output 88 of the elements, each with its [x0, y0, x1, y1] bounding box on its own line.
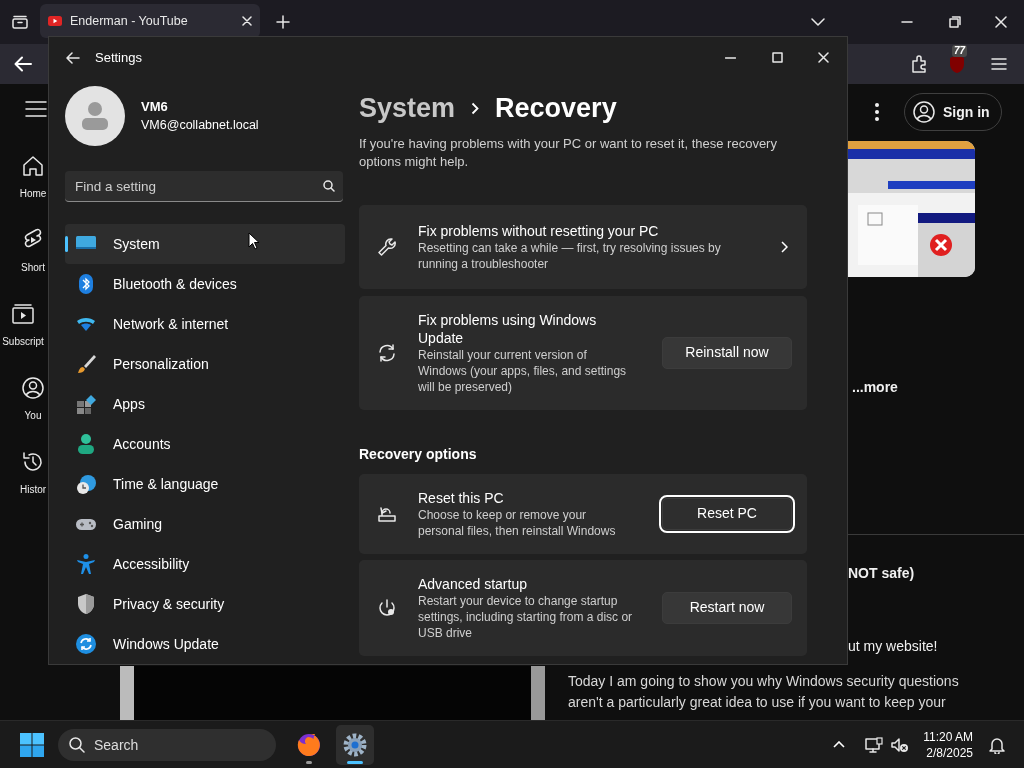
- refresh-icon: [75, 633, 97, 655]
- action-button[interactable]: Restart now: [662, 591, 792, 624]
- clock-globe-icon: [75, 473, 97, 495]
- nav-item[interactable]: Network & internet: [65, 304, 345, 344]
- power-gear-icon: [377, 597, 397, 618]
- action-button[interactable]: Reinstall now: [662, 336, 792, 369]
- muted-speaker-icon[interactable]: [891, 736, 910, 753]
- window-title: Settings: [95, 48, 142, 67]
- card-title: Reset this PC: [418, 488, 505, 507]
- description-text: aren't a particularly great idea to use if you want to keep your: [568, 693, 946, 712]
- chevron-down-icon[interactable]: [811, 18, 825, 26]
- taskbar-clock[interactable]: 11:20 AM 2/8/2025: [923, 728, 973, 761]
- menu-icon[interactable]: [991, 57, 1007, 71]
- search-icon: [69, 736, 85, 753]
- close-icon[interactable]: [242, 16, 252, 26]
- refresh-icon: [377, 342, 397, 363]
- breadcrumb-link[interactable]: System: [359, 88, 456, 129]
- rail-label[interactable]: You: [24, 408, 42, 423]
- close-icon[interactable]: [818, 52, 829, 63]
- network-icon[interactable]: [865, 736, 884, 753]
- rail-label[interactable]: Home: [19, 186, 47, 201]
- nav-item[interactable]: Bluetooth & devices: [65, 264, 345, 304]
- more-link[interactable]: ...more: [852, 377, 898, 398]
- nav-item[interactable]: Gaming: [65, 504, 345, 544]
- subscriptions-icon[interactable]: [11, 302, 35, 326]
- menu-icon[interactable]: [25, 100, 47, 118]
- action-button[interactable]: Reset PC: [662, 497, 792, 530]
- person-icon: [75, 433, 97, 455]
- search-icon: [323, 180, 335, 192]
- nav-item[interactable]: Privacy & security: [65, 584, 345, 624]
- windows-logo-icon[interactable]: [20, 732, 44, 757]
- bell-icon[interactable]: [989, 735, 1005, 754]
- card-title: Advanced startup: [418, 574, 528, 593]
- nav-item[interactable]: Accounts: [65, 424, 345, 464]
- account-icon[interactable]: [21, 376, 45, 400]
- taskbar-app[interactable]: [336, 724, 374, 765]
- paintbrush-icon: [75, 353, 97, 375]
- back-arrow-icon[interactable]: [66, 51, 80, 64]
- card-description: Choose to keep or remove your personal files, then reinstall Windows: [418, 506, 617, 539]
- card-description: Restart your device to change startup settings, including starting from a disc or USB drive: [418, 592, 633, 641]
- puzzle-icon[interactable]: [911, 55, 927, 73]
- history-icon[interactable]: [21, 450, 45, 474]
- user-name: VM6: [141, 97, 169, 116]
- nav-item[interactable]: Personalization: [65, 344, 345, 384]
- rail-label[interactable]: Short: [21, 260, 45, 275]
- rail-label[interactable]: Subscript: [2, 334, 44, 349]
- chevron-right-icon[interactable]: [781, 240, 788, 253]
- nav-item[interactable]: Apps: [65, 384, 345, 424]
- nav-item[interactable]: System: [65, 224, 345, 264]
- nav-item[interactable]: Windows Update: [65, 624, 345, 664]
- maximize-icon[interactable]: [772, 52, 783, 63]
- settings-card[interactable]: Fix problems without resetting your PC Resetting can take a while — first, try resolving issues by running a troubleshooter: [359, 204, 807, 289]
- card-description: Reinstall your current version of Windows (your apps, files, and settings will be preserved): [418, 346, 628, 395]
- taskbar-search-field[interactable]: Search: [58, 728, 276, 761]
- shield-icon: [75, 593, 97, 615]
- description-text: Today I am going to show you why Windows security questions: [568, 672, 959, 691]
- extension-badge: 77: [952, 45, 968, 57]
- user-email: VM6@collabnet.local: [141, 117, 259, 135]
- minimize-icon[interactable]: [725, 56, 736, 59]
- restore-icon[interactable]: [949, 16, 961, 28]
- rail-label[interactable]: Histor: [19, 482, 47, 497]
- wrench-icon: [377, 236, 397, 257]
- video-player[interactable]: [120, 666, 545, 720]
- card-description: Resetting can take a while — first, try resolving issues by running a troubleshooter: [418, 239, 722, 272]
- tab-list-icon[interactable]: [12, 15, 28, 29]
- description-text: ut my website!: [848, 637, 938, 656]
- new-tab-icon[interactable]: [276, 15, 290, 29]
- nav-item[interactable]: Time & language: [65, 464, 345, 504]
- avatar-icon: [80, 101, 110, 131]
- nav-item[interactable]: Accessibility: [65, 544, 345, 584]
- home-icon[interactable]: [21, 154, 45, 178]
- section-heading: Recovery options: [359, 444, 478, 464]
- close-icon[interactable]: [995, 16, 1007, 28]
- page-title: Recovery: [495, 92, 617, 125]
- accessibility-icon: [75, 553, 97, 575]
- chevron-right-icon: [471, 101, 480, 115]
- chevron-up-icon[interactable]: [833, 741, 846, 748]
- card-title: Fix problems without resetting your PC: [418, 221, 660, 240]
- intro-text: If you're having problems with your PC or want to reset it, these recovery options might help.: [359, 134, 778, 171]
- play-icon: [48, 16, 62, 26]
- card-title: Fix problems using Windows Update: [418, 310, 598, 347]
- video-title-text: NOT safe): [848, 564, 915, 583]
- account-icon: [913, 101, 935, 123]
- browser-tab[interactable]: Enderman - YouTube: [40, 4, 260, 38]
- settings-search-field[interactable]: Find a setting: [65, 171, 343, 202]
- apps-icon: [75, 393, 97, 415]
- cursor-icon: [248, 232, 260, 250]
- more-options-icon[interactable]: [875, 103, 879, 121]
